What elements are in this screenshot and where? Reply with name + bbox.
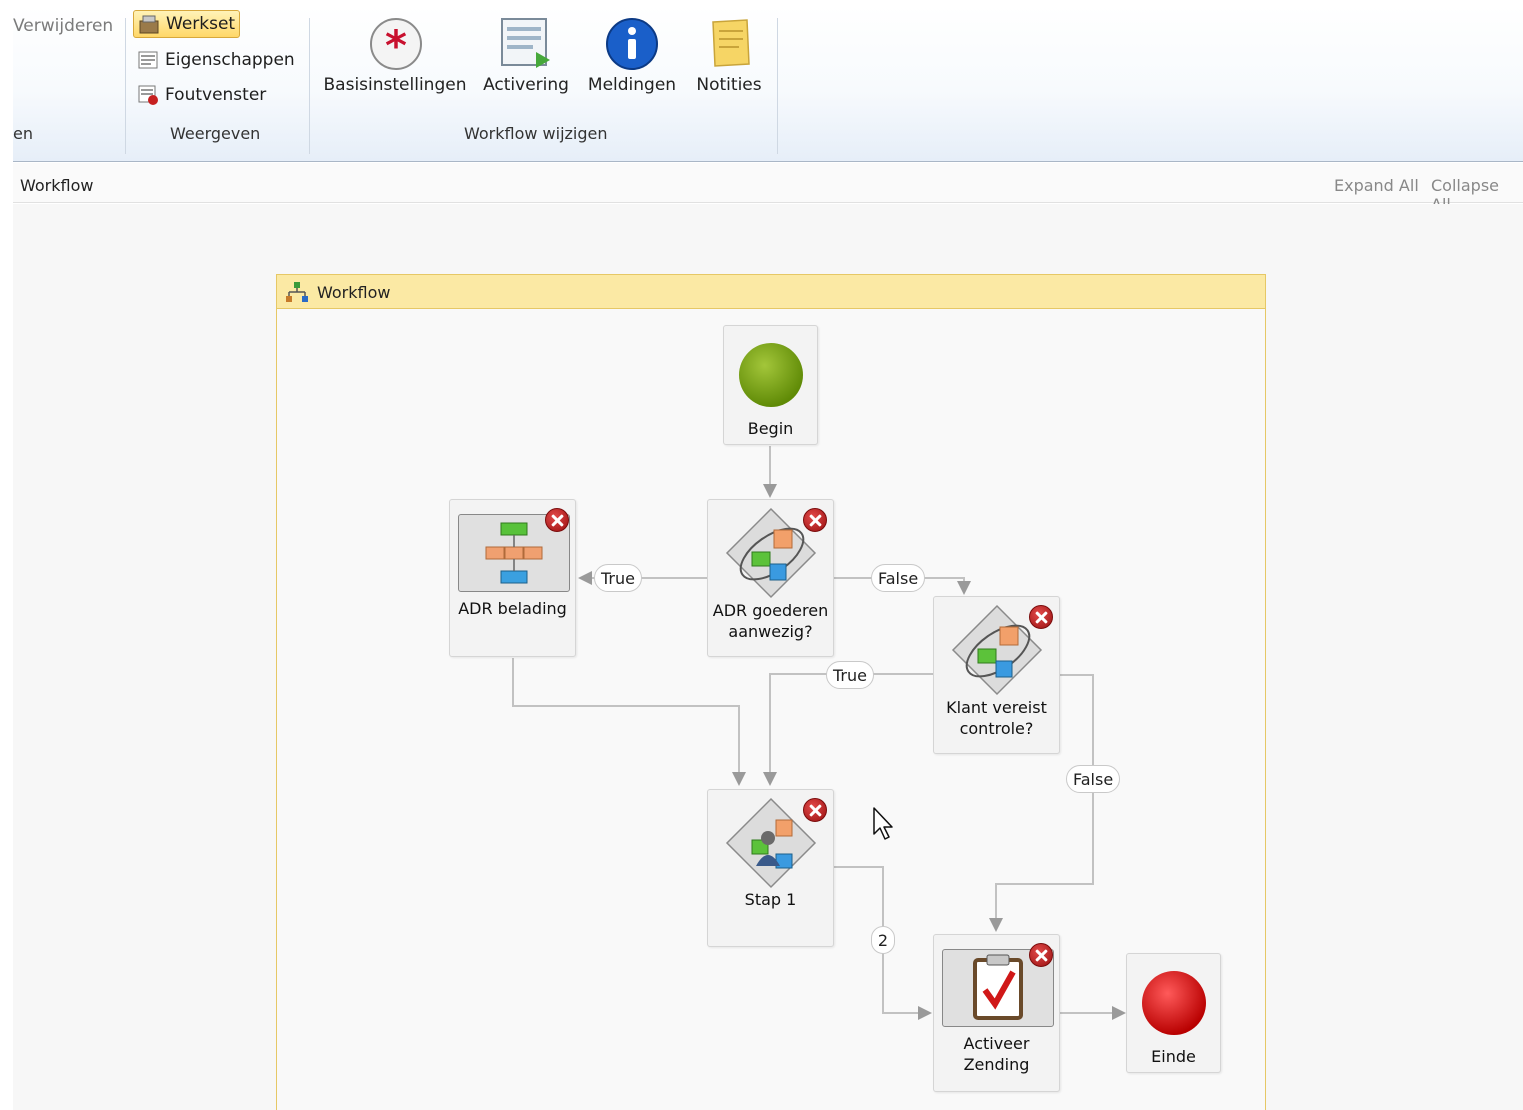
breadcrumb-title[interactable]: Workflow [20,176,93,195]
error-badge-icon[interactable] [803,508,827,532]
branch-true-label[interactable]: True [594,564,642,592]
notifications-label: Meldingen [587,75,677,95]
toolbox-label: Werkset [166,14,236,34]
klant-controle-node[interactable]: Klant vereist controle? [933,596,1060,754]
ribbon-separator [309,18,310,154]
workflow-icon [286,282,308,302]
adr-goederen-node[interactable]: ADR goederen aanwezig? [707,499,834,657]
error-badge-icon[interactable] [545,508,569,532]
activeer-zending-label-line2: Zending [963,1055,1030,1074]
toolbox-icon [138,13,160,35]
notifications-button[interactable]: Meldingen [584,12,680,102]
group-label-partial: en [13,124,33,143]
activation-icon [501,18,550,68]
svg-text:*: * [385,21,407,70]
activeer-zending-node[interactable]: Activeer Zending [933,934,1060,1092]
klant-controle-label-line1: Klant vereist [946,698,1047,717]
error-badge-icon[interactable] [1029,605,1053,629]
notes-label: Notities [696,75,762,95]
ribbon: Verwijderen en Werkset Eigenschappen Fou… [13,6,1523,162]
toolbox-button[interactable]: Werkset [133,10,241,38]
breadcrumb: Workflow Expand All Collapse All [13,163,1523,214]
notes-button[interactable]: Notities [689,12,769,102]
error-window-icon [137,84,159,106]
error-badge-icon[interactable] [1029,943,1053,967]
properties-label: Eigenschappen [165,50,295,70]
adr-goederen-label-line1: ADR goederen [712,601,829,620]
workflow-title: Workflow [317,283,391,302]
ribbon-separator [125,18,126,154]
error-badge-icon[interactable] [803,798,827,822]
properties-icon [137,49,159,71]
adr-goederen-label-line2: aanwezig? [728,622,813,641]
properties-button[interactable]: Eigenschappen [133,46,299,74]
activation-label: Activering [483,75,569,95]
workflow-header[interactable]: Workflow [277,275,1265,309]
branch-count-label[interactable]: 2 [871,926,895,954]
klant-controle-label-line2: controle? [959,719,1034,738]
error-window-button[interactable]: Foutvenster [133,81,270,109]
workflow-group-label: Workflow wijzigen [464,124,608,143]
notes-icon [712,19,750,67]
basic-settings-button[interactable]: * Basisinstellingen [321,12,469,102]
basic-settings-label: Basisinstellingen [323,75,467,95]
start-icon [739,343,803,407]
adr-belading-label: ADR belading [458,599,567,618]
end-icon [1142,971,1206,1035]
expand-all-link[interactable]: Expand All [1334,176,1419,195]
begin-node[interactable]: Begin [723,325,818,445]
activation-button[interactable]: Activering [478,12,574,102]
info-icon [606,18,658,70]
stap-1-label: Stap 1 [744,890,797,909]
ribbon-separator [777,18,778,154]
view-group-label: Weergeven [170,124,261,143]
mouse-cursor-icon [873,807,893,840]
branch-false-label[interactable]: False [871,564,926,592]
asterisk-icon: * [370,18,422,70]
stap-1-node[interactable]: Stap 1 [707,789,834,947]
error-window-label: Foutvenster [165,85,267,105]
delete-button[interactable]: Verwijderen [13,16,113,36]
adr-belading-node[interactable]: ADR belading [449,499,576,657]
einde-node[interactable]: Einde [1126,953,1221,1073]
einde-label: Einde [1151,1047,1196,1066]
branch-false-label[interactable]: False [1066,765,1121,793]
begin-label: Begin [747,419,794,438]
activeer-zending-label-line1: Activeer [963,1034,1030,1053]
branch-true-label[interactable]: True [826,661,874,689]
